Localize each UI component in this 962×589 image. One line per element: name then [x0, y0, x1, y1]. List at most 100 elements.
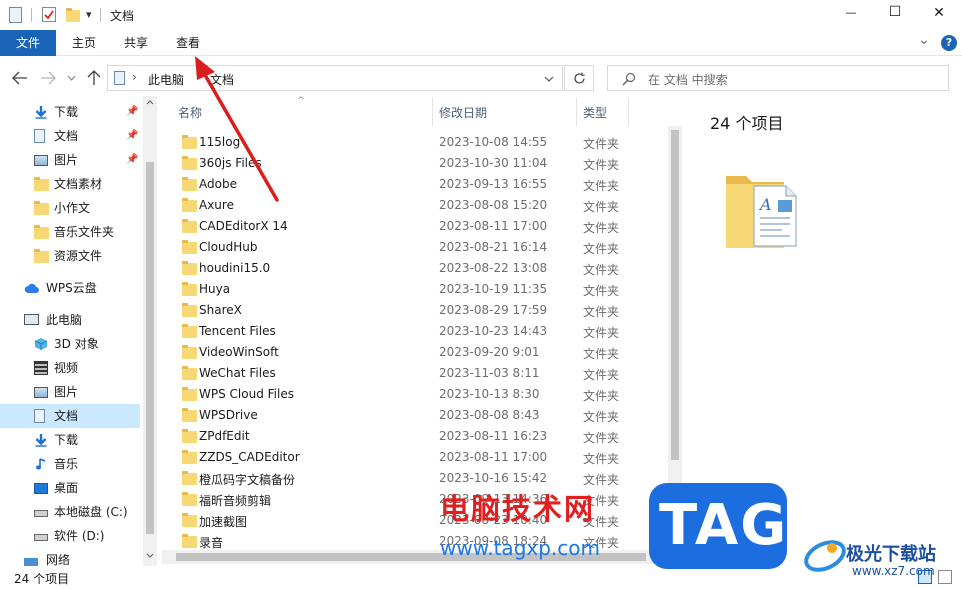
file-type: 文件夹	[583, 137, 620, 151]
file-row[interactable]: CloudHub 2023-08-21 16:14 文件夹	[162, 237, 682, 258]
help-icon[interactable]: ?	[941, 35, 957, 51]
column-divider[interactable]	[628, 98, 629, 126]
nav-item-folder[interactable]: 音乐文件夹	[0, 220, 140, 244]
up-arrow-icon[interactable]	[87, 70, 101, 86]
folder-icon	[182, 387, 197, 401]
nav-scroll-thumb[interactable]	[146, 162, 154, 534]
forward-arrow-icon[interactable]	[40, 71, 56, 85]
tab-home[interactable]: 主页	[62, 33, 106, 53]
file-name: 橙瓜码字文稿备份	[199, 473, 296, 487]
folder-icon	[182, 261, 197, 275]
folder-icon	[182, 513, 197, 527]
file-name: houdini15.0	[199, 261, 271, 275]
file-type: 文件夹	[583, 179, 620, 193]
folder-icon	[34, 225, 49, 239]
folder-icon	[34, 249, 49, 263]
file-row[interactable]: WPSDrive 2023-08-08 8:43 文件夹	[162, 405, 682, 426]
file-row[interactable]: ZZDS_CADEditor 2023-08-11 17:00 文件夹	[162, 447, 682, 468]
nav-item-music[interactable]: 音乐	[0, 452, 140, 476]
nav-label: 小作文	[54, 201, 91, 215]
nav-scrollbar[interactable]	[143, 96, 157, 566]
search-icon	[622, 72, 636, 86]
nav-item-this-pc[interactable]: 此电脑	[0, 308, 140, 332]
properties-check-icon[interactable]	[42, 7, 56, 22]
maximize-button[interactable]: ☐	[880, 4, 910, 20]
nav-item-desktop[interactable]: 桌面	[0, 476, 140, 500]
column-header-type[interactable]: 类型	[583, 102, 607, 124]
nav-item-3d-objects[interactable]: 3D 对象	[0, 332, 140, 356]
file-row[interactable]: WPS Cloud Files 2023-10-13 8:30 文件夹	[162, 384, 682, 405]
file-scroll-thumb[interactable]	[671, 130, 679, 460]
file-type: 文件夹	[583, 389, 620, 403]
nav-item-folder[interactable]: 小作文	[0, 196, 140, 220]
file-date: 2023-08-11 16:23	[439, 429, 548, 443]
folder-icon	[182, 450, 197, 464]
scroll-up-icon[interactable]	[146, 100, 154, 105]
svg-text:A: A	[758, 195, 772, 214]
nav-item-wps-cloud[interactable]: WPS云盘	[0, 276, 140, 300]
file-date: 2023-08-22 13:08	[439, 261, 548, 275]
nav-label: 此电脑	[46, 313, 83, 327]
document-icon	[114, 71, 125, 85]
column-header-date[interactable]: 修改日期	[439, 102, 487, 124]
file-type: 文件夹	[583, 263, 620, 277]
file-type: 文件夹	[583, 347, 620, 361]
nav-item-documents[interactable]: 文档 📌	[0, 124, 140, 148]
file-row[interactable]: 橙瓜码字文稿备份 2023-10-16 15:42 文件夹	[162, 468, 682, 489]
file-row[interactable]: 福昕音频剪辑 2023-09-13 14:36 文件夹	[162, 489, 682, 510]
file-type: 文件夹	[583, 242, 620, 256]
file-row[interactable]: CADEditorX 14 2023-08-11 17:00 文件夹	[162, 216, 682, 237]
file-row[interactable]: 加速截图 2023-08-23 10:40 文件夹	[162, 510, 682, 531]
nav-item-network[interactable]: 网络	[0, 554, 140, 566]
cube-icon	[34, 338, 48, 350]
nav-item-documents[interactable]: 文档	[0, 404, 140, 428]
nav-item-downloads[interactable]: 下载	[0, 428, 140, 452]
recent-dropdown-icon[interactable]	[67, 75, 76, 81]
address-dropdown-icon[interactable]	[544, 76, 554, 82]
nav-label: 视频	[54, 361, 79, 375]
nav-item-pictures[interactable]: 图片 📌	[0, 148, 140, 172]
refresh-button[interactable]	[564, 65, 594, 91]
file-row[interactable]: ShareX 2023-08-29 17:59 文件夹	[162, 300, 682, 321]
large-icons-view-icon[interactable]	[938, 570, 952, 584]
nav-item-pictures[interactable]: 图片	[0, 380, 140, 404]
minimize-button[interactable]: —	[836, 6, 866, 19]
file-row[interactable]: WeChat Files 2023-11-03 8:11 文件夹	[162, 363, 682, 384]
desktop-icon	[34, 483, 48, 494]
column-divider[interactable]	[432, 98, 433, 126]
close-button[interactable]: ✕	[924, 5, 954, 21]
drive-icon	[34, 510, 48, 517]
nav-label: 音乐文件夹	[54, 225, 115, 239]
nav-item-folder[interactable]: 文档素材	[0, 172, 140, 196]
search-box[interactable]: 在 文档 中搜索	[607, 65, 949, 91]
back-arrow-icon[interactable]	[12, 71, 28, 85]
file-row[interactable]: 录音 2023-09-08 18:24 文件夹	[162, 531, 682, 550]
file-row[interactable]: houdini15.0 2023-08-22 13:08 文件夹	[162, 258, 682, 279]
nav-item-folder[interactable]: 资源文件	[0, 244, 140, 268]
pin-icon[interactable]: 📌	[126, 106, 138, 117]
column-divider[interactable]	[576, 98, 577, 126]
breadcrumb-this-pc[interactable]: 此电脑	[148, 71, 184, 88]
file-row[interactable]: ZPdfEdit 2023-08-11 16:23 文件夹	[162, 426, 682, 447]
nav-item-drive-d[interactable]: 软件 (D:)	[0, 524, 140, 548]
file-row[interactable]: Huya 2023-10-19 11:35 文件夹	[162, 279, 682, 300]
nav-item-downloads[interactable]: 下载 📌	[0, 100, 140, 124]
file-explorer-icon[interactable]	[9, 7, 22, 23]
qat-dropdown-icon[interactable]: ▾	[86, 8, 92, 21]
scroll-down-icon[interactable]	[146, 553, 154, 558]
file-row[interactable]: VideoWinSoft 2023-09-20 9:01 文件夹	[162, 342, 682, 363]
watermark-tag-badge: TAG	[649, 483, 787, 569]
file-row[interactable]: Tencent Files 2023-10-23 14:43 文件夹	[162, 321, 682, 342]
nav-label: 下载	[54, 105, 79, 119]
ribbon-tabs: 文件 主页 共享 查看 ⌄ ?	[0, 30, 962, 56]
pin-icon[interactable]: 📌	[126, 130, 138, 141]
new-folder-icon[interactable]	[66, 8, 80, 22]
nav-item-drive-c[interactable]: 本地磁盘 (C:)	[0, 500, 140, 524]
nav-item-videos[interactable]: 视频	[0, 356, 140, 380]
ribbon-collapse-icon[interactable]: ⌄	[918, 32, 930, 48]
address-bar[interactable]: › 此电脑 › 文档	[107, 65, 563, 91]
file-date: 2023-08-11 17:00	[439, 219, 548, 233]
tab-share[interactable]: 共享	[114, 33, 158, 53]
tab-file[interactable]: 文件	[0, 30, 56, 56]
pin-icon[interactable]: 📌	[126, 154, 138, 165]
